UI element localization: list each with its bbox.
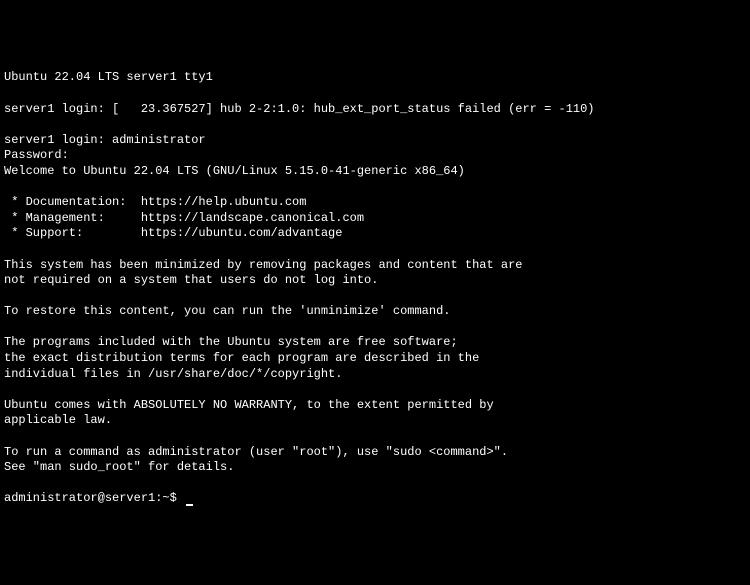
mgmt-link-line: * Management: https://landscape.canonica…: [4, 211, 364, 225]
minimized-line-1: This system has been minimized by removi…: [4, 258, 522, 272]
login-error-line: server1 login: [ 23.367527] hub 2-2:1.0:…: [4, 102, 595, 116]
restore-line: To restore this content, you can run the…: [4, 304, 450, 318]
sudo-line-1: To run a command as administrator (user …: [4, 445, 508, 459]
sudo-line-2: See "man sudo_root" for details.: [4, 460, 234, 474]
shell-prompt[interactable]: administrator@server1:~$: [4, 491, 184, 505]
programs-line-1: The programs included with the Ubuntu sy…: [4, 335, 458, 349]
minimized-line-2: not required on a system that users do n…: [4, 273, 378, 287]
doc-link-line: * Documentation: https://help.ubuntu.com: [4, 195, 306, 209]
login-user-line: server1 login: administrator: [4, 133, 206, 147]
cursor-icon: [186, 504, 193, 506]
warranty-line-2: applicable law.: [4, 413, 112, 427]
terminal-output[interactable]: Ubuntu 22.04 LTS server1 tty1 server1 lo…: [4, 70, 746, 507]
programs-line-3: individual files in /usr/share/doc/*/cop…: [4, 367, 342, 381]
tty-header: Ubuntu 22.04 LTS server1 tty1: [4, 70, 213, 84]
welcome-line: Welcome to Ubuntu 22.04 LTS (GNU/Linux 5…: [4, 164, 465, 178]
password-prompt: Password:: [4, 148, 69, 162]
warranty-line-1: Ubuntu comes with ABSOLUTELY NO WARRANTY…: [4, 398, 494, 412]
support-link-line: * Support: https://ubuntu.com/advantage: [4, 226, 342, 240]
programs-line-2: the exact distribution terms for each pr…: [4, 351, 479, 365]
